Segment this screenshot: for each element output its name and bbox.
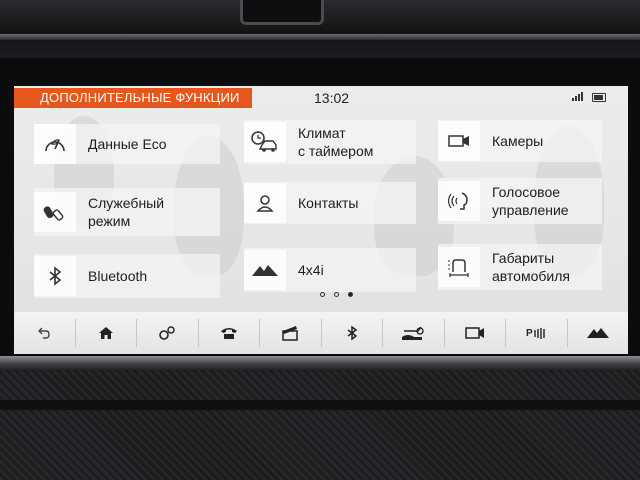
parking-aid-button[interactable]: P <box>505 319 567 347</box>
tile-label: Камеры <box>492 133 544 149</box>
camera-button[interactable] <box>443 319 506 347</box>
tile-vehicle-dimensions[interactable]: Габариты автомобиля <box>438 244 602 290</box>
svg-text:P: P <box>526 328 533 339</box>
vent-control <box>240 0 324 25</box>
tile-eco-data[interactable]: Данные Eco <box>34 124 220 164</box>
back-button[interactable] <box>14 319 75 347</box>
page-dot[interactable] <box>334 292 339 297</box>
tile-bluetooth[interactable]: Bluetooth <box>34 254 220 298</box>
tile-timed-climate[interactable]: Климат с таймером <box>244 120 416 164</box>
bluetooth-button[interactable] <box>320 319 383 347</box>
tile-label: Габариты автомобиля <box>492 250 570 284</box>
trim-groove <box>0 400 640 410</box>
tile-label: Голосовое управление <box>492 184 569 218</box>
home-button[interactable] <box>74 319 137 347</box>
settings-button[interactable] <box>136 319 198 347</box>
tile-label: Bluetooth <box>88 268 148 284</box>
tile-voice-control[interactable]: Голосовое управление <box>438 178 602 224</box>
tile-4x4i[interactable]: 4x4i <box>244 248 416 292</box>
tile-label: Климат с таймером <box>298 125 374 159</box>
back-arrow-icon <box>38 327 50 339</box>
dashboard-lower-trim <box>0 370 640 480</box>
infotainment-screen: ДОПОЛНИТЕЛЬНЫЕ ФУНКЦИИ 13:02 Данные Eco … <box>14 86 628 354</box>
phone-icon <box>220 328 237 339</box>
climate-timer-icon <box>244 122 286 162</box>
media-button[interactable] <box>259 319 321 347</box>
bluetooth-icon <box>34 256 76 296</box>
service-keys-icon <box>34 192 76 232</box>
bottom-nav-bar: P <box>14 312 628 354</box>
tile-label: 4x4i <box>298 262 324 278</box>
clock: 13:02 <box>314 90 350 106</box>
tile-label: Контакты <box>298 195 359 211</box>
parking-aid-icon: P <box>526 328 545 339</box>
media-clapper-icon <box>282 326 298 341</box>
tile-contacts[interactable]: Контакты <box>244 182 416 224</box>
vehicle-hand-icon <box>402 326 424 340</box>
dashboard-top-trim <box>0 0 640 58</box>
home-icon <box>98 327 113 339</box>
page-dot-current[interactable] <box>348 292 353 297</box>
terrain-icon <box>244 250 286 290</box>
phone-button[interactable] <box>197 319 260 347</box>
contact-person-icon <box>244 183 286 223</box>
page-dot[interactable] <box>320 292 325 297</box>
bluetooth-icon <box>347 325 357 341</box>
eco-gauge-icon <box>34 124 76 164</box>
tile-label: Служебный режим <box>88 195 165 229</box>
chrome-trim <box>0 34 640 40</box>
vehicle-dimensions-icon <box>438 247 480 287</box>
terrain-button[interactable] <box>566 319 629 347</box>
tile-service-mode[interactable]: Служебный режим <box>34 188 220 236</box>
settings-gears-icon <box>159 326 175 340</box>
tile-label: Данные Eco <box>88 136 167 152</box>
signal-strength-icon <box>572 92 583 101</box>
chrome-strip <box>0 356 640 370</box>
terrain-icon <box>586 328 609 338</box>
status-bar: ДОПОЛНИТЕЛЬНЫЕ ФУНКЦИИ 13:02 <box>14 86 628 108</box>
camera-icon <box>438 121 480 161</box>
page-title: ДОПОЛНИТЕЛЬНЫЕ ФУНКЦИИ <box>14 88 252 108</box>
voice-control-icon <box>438 181 480 221</box>
tile-cameras[interactable]: Камеры <box>438 120 602 162</box>
camera-icon <box>465 327 484 339</box>
battery-icon <box>592 93 606 102</box>
vehicle-button[interactable] <box>382 319 444 347</box>
page-indicator <box>320 292 353 297</box>
